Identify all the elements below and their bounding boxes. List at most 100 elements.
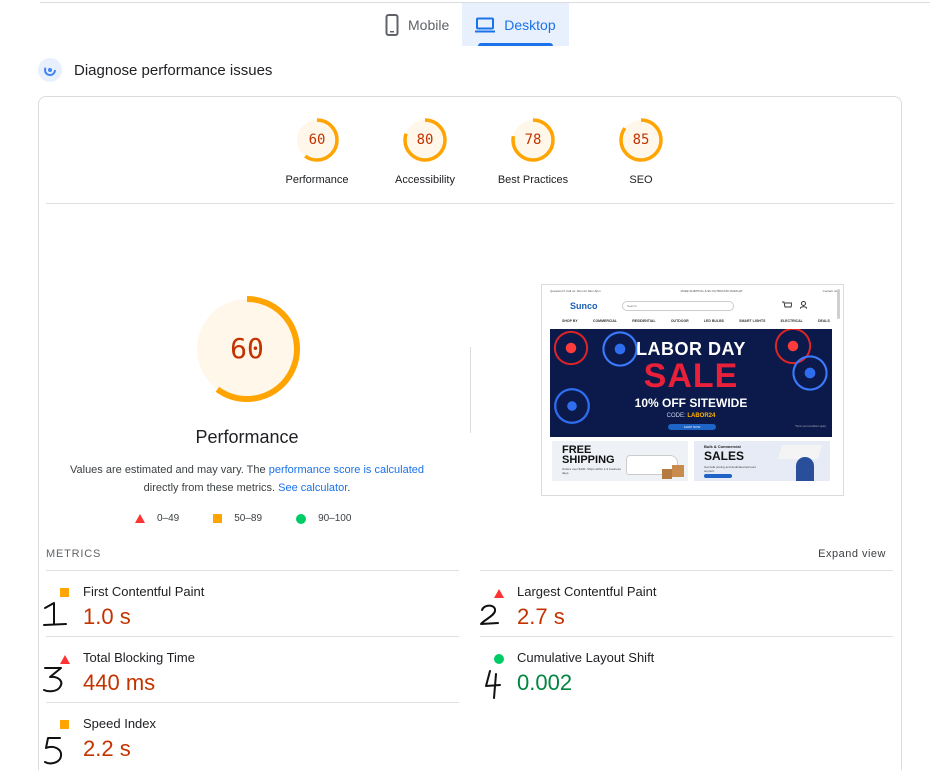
fail-triangle-icon — [60, 655, 70, 664]
code-value: LABOR24 — [687, 413, 716, 419]
note-text: directly from these metrics. — [143, 482, 279, 494]
site-nav: SHOP BY COMMERCIAL RESIDENTIAL OUTDOOR LED B… — [562, 319, 830, 323]
see-calculator-link[interactable]: See calculator — [278, 482, 347, 494]
pass-circle-icon — [494, 654, 504, 664]
banner-offer: 10% OFF SITEWIDE — [634, 396, 748, 410]
metric-cumulative-layout-shift: Cumulative Layout Shift 0.002 — [480, 639, 880, 703]
banner-sale: SALE — [643, 357, 739, 395]
vertical-divider — [470, 347, 471, 433]
gauge-label: Performance — [285, 174, 349, 186]
screenshot-scrollbar — [837, 289, 840, 319]
banner-fineprint: *Terms and conditions apply — [794, 425, 826, 428]
note-text: . — [347, 482, 351, 494]
site-nav-item: DEALS — [818, 319, 830, 323]
box-graphic — [662, 469, 672, 479]
metric-value: 440 ms — [83, 670, 156, 695]
handwritten-annotation-1 — [43, 602, 67, 626]
performance-title: Performance — [195, 427, 299, 447]
metric-value: 2.7 s — [517, 604, 565, 629]
gauge-ring: 78 — [510, 117, 556, 163]
site-search: Search — [622, 301, 734, 311]
diagnose-header: Diagnose performance issues — [38, 58, 272, 82]
gauge-accessibility[interactable]: 80 Accessibility — [371, 117, 479, 186]
category-gauges: 60 Performance 80 Accessibility 78 Best … — [263, 117, 695, 186]
site-nav-item: OUTDOOR — [670, 319, 689, 323]
expand-view-button[interactable]: Expand view — [818, 548, 886, 560]
site-nav-item: COMMERCIAL — [592, 319, 618, 323]
performance-score-link[interactable]: performance score is calculated — [269, 464, 424, 476]
site-nav-item: SHOP BY — [562, 319, 578, 323]
gauge-label: Best Practices — [497, 174, 569, 186]
circle-icon — [296, 513, 307, 524]
pulse-icon — [38, 58, 62, 82]
legend-range: 90–100 — [318, 513, 352, 524]
triangle-icon — [135, 514, 145, 523]
gauge-label: SEO — [629, 174, 653, 186]
tab-mobile-label: Mobile — [408, 16, 450, 33]
promo-bulk-sales: Bulk & Commercial SALES Get bulk pricing… — [694, 441, 830, 481]
fail-triangle-icon — [494, 589, 504, 598]
tab-mobile[interactable]: Mobile — [372, 3, 462, 46]
screenshot-text: FREE SHIPPING & $0 OUTBOUND FREIGHT — [680, 289, 743, 293]
metric-label: Largest Contentful Paint — [517, 584, 657, 599]
metric-value: 0.002 — [517, 670, 573, 695]
worker-graphic — [796, 457, 814, 481]
gauge-score: 78 — [524, 132, 542, 148]
gauge-performance[interactable]: 60 Performance — [263, 117, 371, 186]
handwritten-annotation-3 — [43, 667, 63, 693]
average-square-icon — [60, 588, 69, 597]
metric-label: Speed Index — [83, 716, 157, 731]
legend-range: 50–89 — [234, 513, 263, 524]
legend-fail: 0–49 — [135, 513, 179, 524]
performance-score: 60 — [230, 332, 264, 365]
banner-code: CODE: LABOR24 — [550, 413, 832, 419]
diagnose-title: Diagnose performance issues — [74, 61, 273, 79]
ceiling-tile-graphic — [777, 445, 823, 459]
metrics-divider — [46, 570, 459, 571]
estimate-note: Values are estimated and may vary. The p… — [67, 461, 427, 497]
device-tabs: Mobile Desktop — [372, 3, 569, 46]
metric-speed-index: Speed Index 2.2 s — [46, 705, 446, 769]
gauge-seo[interactable]: 85 SEO — [587, 117, 695, 186]
legend-range: 0–49 — [157, 513, 180, 524]
user-icon — [800, 301, 807, 309]
metric-first-contentful-paint: First Contentful Paint 1.0 s — [46, 573, 446, 637]
metric-value: 2.2 s — [83, 736, 131, 761]
smartphone-icon — [385, 13, 399, 36]
report-card: 60 Performance 80 Accessibility 78 Best … — [38, 96, 902, 770]
gauge-best-practices[interactable]: 78 Best Practices — [479, 117, 587, 186]
promo-free-shipping: FREE SHIPPING Orders over $100. Ships wit… — [552, 441, 688, 481]
gauges-divider — [46, 203, 894, 204]
promo-title-line: SHIPPING — [562, 454, 615, 466]
metric-label: First Contentful Paint — [83, 584, 205, 599]
gauge-score: 80 — [416, 132, 434, 148]
handwritten-annotation-2 — [480, 604, 499, 625]
laptop-icon — [475, 17, 496, 32]
tab-desktop[interactable]: Desktop — [462, 3, 569, 46]
promo-button — [704, 474, 732, 478]
box-graphic — [672, 465, 684, 477]
banner-button: SHOP NOW — [668, 424, 716, 430]
metric-value: 1.0 s — [83, 604, 131, 629]
metrics-heading: METRICS — [46, 548, 102, 560]
page-screenshot: Questions? Call us: Mon-Fri 8am-5pm FREE… — [541, 284, 844, 496]
promo-title: FREE SHIPPING — [562, 445, 615, 466]
metric-largest-contentful-paint: Largest Contentful Paint 2.7 s — [480, 573, 880, 637]
note-text: Values are estimated and may vary. The — [69, 464, 269, 476]
legend-average: 50–89 — [213, 513, 262, 524]
gauge-ring: 60 — [294, 117, 340, 163]
legend-pass: 90–100 — [296, 513, 351, 524]
gauge-score: 60 — [308, 132, 326, 148]
sale-banner: LABOR DAY SALE 10% OFF SITEWIDE CODE: LA… — [550, 329, 832, 437]
cart-icon — [782, 301, 792, 308]
screenshot-text: Questions? Call us: Mon-Fri 8am-5pm — [550, 289, 601, 293]
gauge-label: Accessibility — [395, 174, 455, 186]
gauge-score: 85 — [632, 132, 650, 148]
average-square-icon — [60, 720, 69, 729]
code-label: CODE: — [666, 413, 688, 419]
promo-subtitle: Get bulk pricing and dedicated account s… — [704, 465, 756, 473]
square-icon — [213, 514, 223, 523]
metrics-divider — [480, 570, 893, 571]
promo-subtitle: Orders over $100. Ships within 1-2 busin… — [562, 467, 621, 475]
tab-desktop-label: Desktop — [504, 16, 556, 33]
